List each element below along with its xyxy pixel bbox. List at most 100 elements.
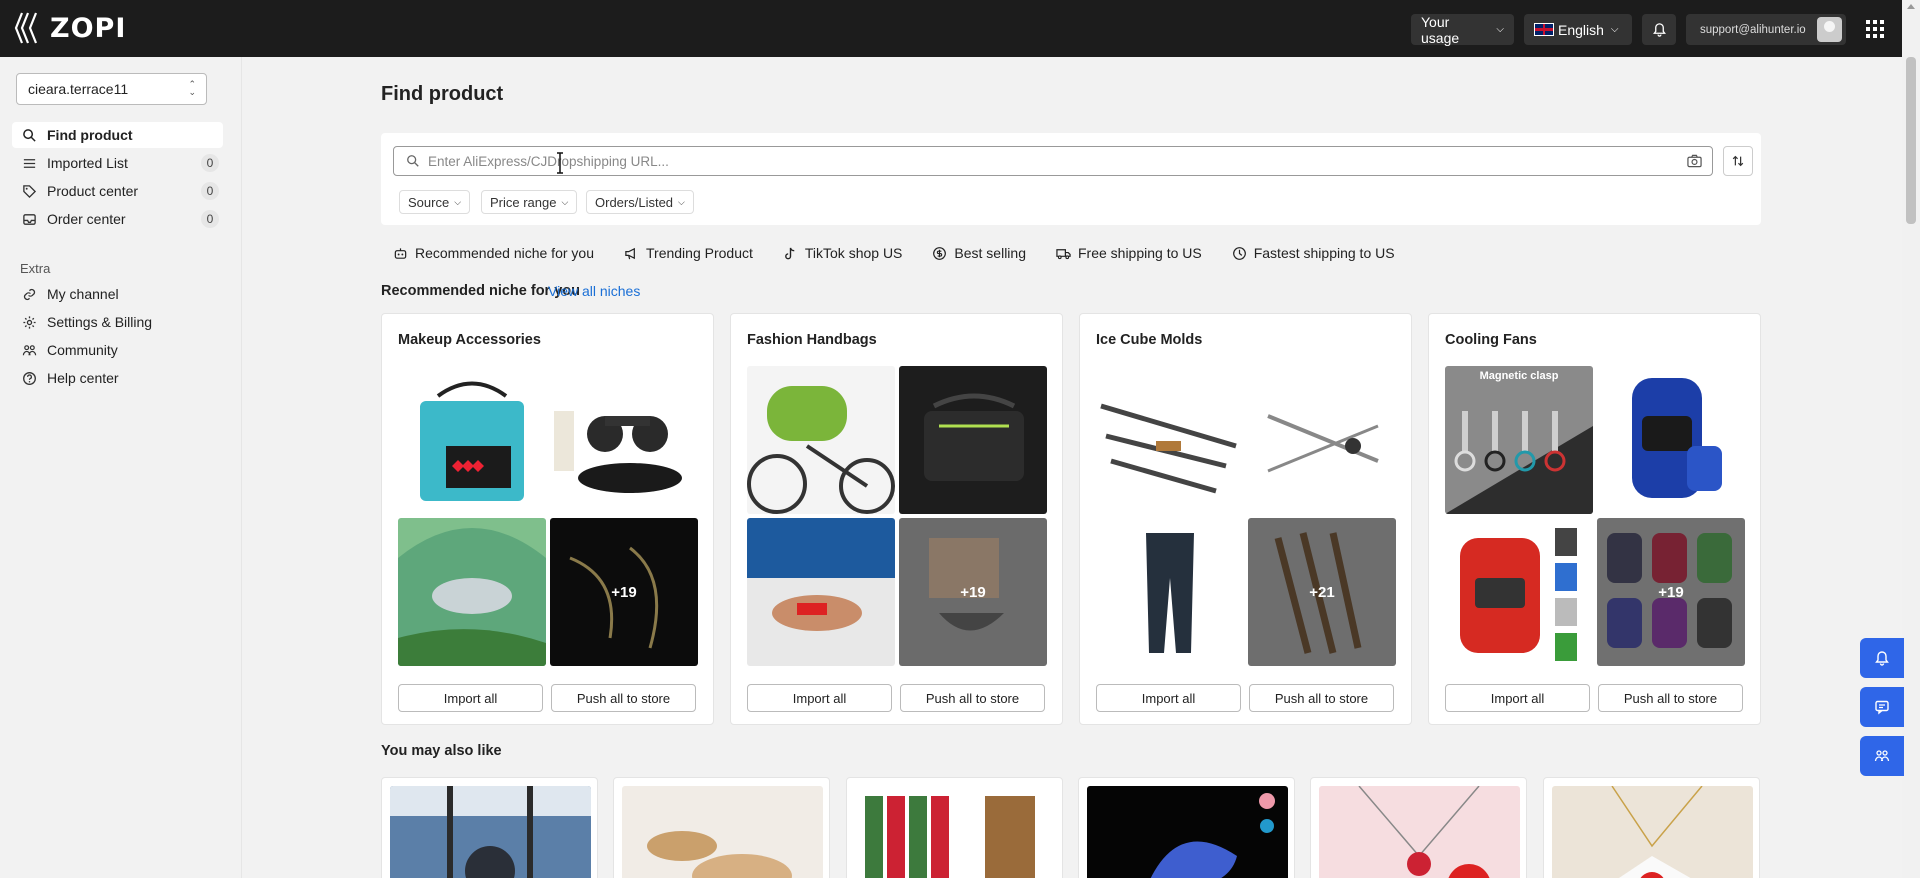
- page-title: Find product: [381, 83, 504, 105]
- store-selector[interactable]: cieara.terrace11 ⌃ ⌄: [16, 73, 207, 105]
- import-all-button[interactable]: Import all: [1445, 684, 1590, 712]
- push-all-to-store-button[interactable]: Push all to store: [551, 684, 696, 712]
- product-thumbnail[interactable]: +19: [1597, 518, 1745, 666]
- account-email: support@alihunter.io: [1700, 23, 1806, 36]
- more-count: +21: [1309, 583, 1335, 601]
- count-badge: 0: [201, 154, 219, 172]
- bell-icon: [1875, 651, 1889, 666]
- discovery-tabs: Recommended niche for you Trending Produ…: [381, 241, 1425, 265]
- product-thumbnail[interactable]: +19: [550, 518, 698, 666]
- orders-listed-filter[interactable]: Orders/Listed ⌵: [586, 190, 694, 214]
- floating-chat-button[interactable]: [1860, 687, 1904, 727]
- sidebar-item-label: Product center: [47, 183, 139, 199]
- product-thumbnail[interactable]: +21: [1248, 518, 1396, 666]
- product-thumbnail[interactable]: [1248, 366, 1396, 514]
- sidebar-item-label: Imported List: [47, 155, 128, 171]
- product-thumbnail[interactable]: [398, 366, 546, 514]
- search-box[interactable]: [393, 146, 1713, 176]
- sidebar: cieara.terrace11 ⌃ ⌄ Find product Importe…: [0, 57, 242, 878]
- tab-best-selling[interactable]: Best selling: [932, 245, 1026, 261]
- product-thumbnail[interactable]: [1096, 366, 1244, 514]
- tab-trending-product[interactable]: Trending Product: [624, 245, 753, 261]
- inbox-icon: [23, 213, 36, 225]
- push-all-to-store-button[interactable]: Push all to store: [900, 684, 1045, 712]
- product-thumbnail[interactable]: [550, 366, 698, 514]
- product-thumbnail[interactable]: [398, 518, 546, 666]
- uk-flag-icon: [1534, 23, 1554, 36]
- sidebar-item-label: Find product: [47, 127, 133, 143]
- sidebar-item-order-center[interactable]: Order center 0: [12, 206, 223, 232]
- tab-label: Free shipping to US: [1077, 245, 1202, 261]
- niche-title: Makeup Accessories: [398, 332, 541, 348]
- sidebar-item-find-product[interactable]: Find product: [12, 122, 223, 148]
- sidebar-item-imported-list[interactable]: Imported List 0: [12, 150, 223, 176]
- product-thumbnail[interactable]: +19: [899, 518, 1047, 666]
- camera-icon[interactable]: [1687, 154, 1702, 168]
- top-bar: ZOPI Your usage ⌵ English ⌵ support@alih…: [0, 0, 1902, 57]
- product-card[interactable]: [1078, 777, 1295, 878]
- zopi-logo[interactable]: ZOPI: [14, 11, 126, 45]
- sidebar-item-label: Help center: [47, 370, 119, 386]
- product-thumbnail[interactable]: [747, 518, 895, 666]
- sort-button[interactable]: [1723, 146, 1753, 176]
- logo-text: ZOPI: [50, 12, 127, 44]
- apps-grid-icon[interactable]: [1866, 20, 1884, 38]
- product-thumbnail[interactable]: [747, 366, 895, 514]
- usage-dropdown[interactable]: Your usage ⌵: [1411, 14, 1514, 46]
- tab-tiktok-shop-us[interactable]: TikTok shop US: [783, 245, 903, 261]
- import-all-button[interactable]: Import all: [1096, 684, 1241, 712]
- product-thumbnail[interactable]: [1096, 518, 1244, 666]
- niche-title: Fashion Handbags: [747, 332, 877, 348]
- search-input[interactable]: [428, 153, 1712, 169]
- sidebar-item-my-channel[interactable]: My channel: [12, 281, 223, 307]
- tab-fastest-shipping-us[interactable]: Fastest shipping to US: [1232, 245, 1395, 261]
- push-all-to-store-button[interactable]: Push all to store: [1598, 684, 1743, 712]
- product-thumbnail[interactable]: [1597, 366, 1745, 514]
- chevron-down-icon: ⌵: [561, 196, 569, 207]
- tab-free-shipping-us[interactable]: Free shipping to US: [1056, 245, 1202, 261]
- sidebar-item-product-center[interactable]: Product center 0: [12, 178, 223, 204]
- source-filter[interactable]: Source ⌵: [399, 190, 471, 214]
- price-range-filter[interactable]: Price range ⌵: [481, 190, 578, 214]
- product-card[interactable]: [613, 777, 830, 878]
- thumbnail-caption: Magnetic clasp: [1479, 370, 1559, 382]
- push-all-to-store-button[interactable]: Push all to store: [1249, 684, 1394, 712]
- tiktok-icon: [785, 247, 795, 259]
- notifications-button[interactable]: [1642, 14, 1676, 45]
- sidebar-item-settings-billing[interactable]: Settings & Billing: [12, 309, 223, 335]
- floating-notification-button[interactable]: [1860, 638, 1904, 678]
- link-icon: [23, 288, 36, 300]
- product-card[interactable]: [846, 777, 1063, 878]
- search-icon: [23, 128, 36, 142]
- floating-community-button[interactable]: [1860, 736, 1904, 776]
- view-all-niches-link[interactable]: View all niches: [548, 283, 640, 299]
- page-scrollbar[interactable]: [1902, 0, 1920, 878]
- sidebar-item-community[interactable]: Community: [12, 337, 223, 363]
- store-name: cieara.terrace11: [28, 81, 129, 97]
- tab-label: Trending Product: [646, 245, 753, 261]
- sidebar-item-help-center[interactable]: Help center: [12, 365, 223, 391]
- help-icon: [23, 371, 36, 385]
- scroll-up-arrow-icon[interactable]: [1907, 4, 1915, 9]
- product-card[interactable]: [1543, 777, 1760, 878]
- product-thumbnail[interactable]: Magnetic clasp: [1445, 366, 1593, 514]
- sidebar-item-label: Community: [47, 342, 118, 358]
- product-thumbnail[interactable]: [1445, 518, 1593, 666]
- import-all-button[interactable]: Import all: [398, 684, 543, 712]
- also-like-section-title: You may also like: [381, 743, 502, 759]
- account-menu[interactable]: support@alihunter.io: [1686, 14, 1846, 45]
- scrollbar-thumb[interactable]: [1906, 57, 1916, 224]
- tab-label: Recommended niche for you: [415, 245, 594, 261]
- product-card[interactable]: [1310, 777, 1527, 878]
- filter-label: Source: [408, 194, 450, 210]
- niche-thumbnails: Magnetic clasp +19: [1445, 366, 1747, 667]
- product-card[interactable]: [381, 777, 598, 878]
- tab-label: TikTok shop US: [804, 245, 903, 261]
- sort-arrows-icon: [1732, 155, 1744, 167]
- tab-recommended-niche[interactable]: Recommended niche for you: [393, 245, 594, 261]
- product-thumbnail[interactable]: [899, 366, 1047, 514]
- chat-icon: [1875, 700, 1889, 715]
- sidebar-item-label: Settings & Billing: [47, 314, 153, 330]
- import-all-button[interactable]: Import all: [747, 684, 892, 712]
- language-dropdown[interactable]: English ⌵: [1524, 14, 1632, 45]
